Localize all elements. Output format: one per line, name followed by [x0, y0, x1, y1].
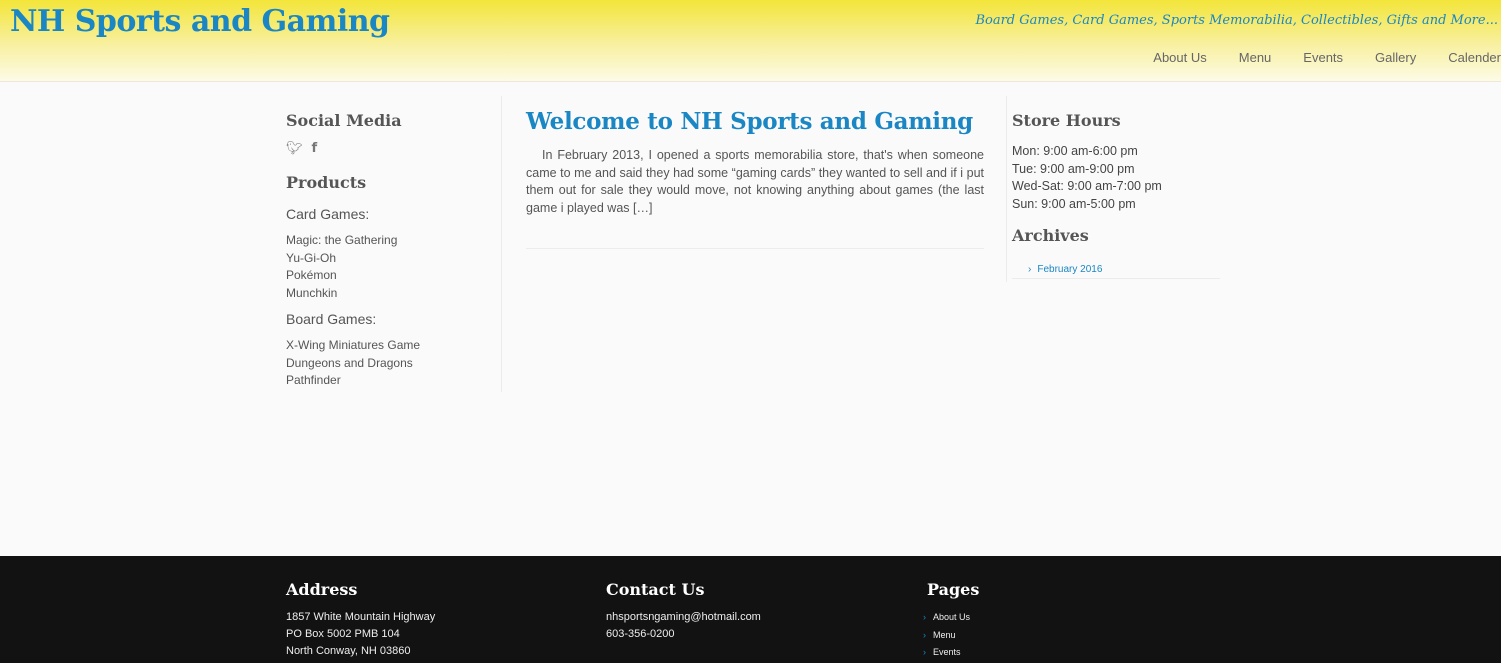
hours-row: Mon: 9:00 am-6:00 pm: [1012, 144, 1138, 158]
nav-events[interactable]: Events: [1303, 50, 1343, 65]
site-header: NH Sports and Gaming Board Games, Card G…: [0, 0, 1501, 82]
list-item: X-Wing Miniatures Game: [286, 338, 421, 352]
archive-link-february-2016[interactable]: February 2016: [1037, 264, 1102, 275]
left-sidebar: Social Media 🐦︎ f Products Card Games: M…: [286, 96, 502, 392]
footer-page-link-menu[interactable]: › Menu: [923, 627, 979, 645]
archives-title: Archives: [1012, 226, 1089, 245]
right-sidebar: Store Hours Mon: 9:00 am-6:00 pm Tue: 9:…: [1006, 96, 1220, 282]
address-line: 1857 White Mountain Highway: [286, 611, 436, 623]
footer-pages-title: Pages: [927, 580, 980, 599]
store-hours-title: Store Hours: [1012, 111, 1121, 130]
list-item: Yu-Gi-Oh: [286, 250, 337, 265]
post-title[interactable]: Welcome to NH Sports and Gaming: [526, 108, 973, 135]
hours-row: Wed-Sat: 9:00 am-7:00 pm: [1012, 179, 1162, 194]
hours-row: Tue: 9:00 am-9:00 pm: [1012, 161, 1135, 176]
footer-page-label: About Us: [933, 612, 971, 622]
address-line: PO Box 5002 PMB 104: [286, 628, 400, 640]
products-title: Products: [286, 173, 367, 192]
board-games-title: Board Games:: [286, 311, 377, 327]
footer-contact-title: Contact Us: [606, 580, 705, 599]
chevron-right-icon: ›: [1028, 264, 1032, 275]
nav-gallery[interactable]: Gallery: [1375, 50, 1416, 65]
list-item: Pokémon: [286, 268, 337, 282]
address-line: North Conway, NH 03860: [286, 645, 411, 657]
card-games-list: Magic: the Gathering Yu-Gi-Oh Pokémon Mu…: [286, 232, 397, 302]
contact-phone[interactable]: 603-356-0200: [606, 626, 761, 643]
site-tagline: Board Games, Card Games, Sports Memorabi…: [975, 13, 1498, 28]
chevron-right-icon: ›: [923, 647, 926, 657]
list-item: Dungeons and Dragons: [286, 355, 413, 370]
list-item: Pathfinder: [286, 373, 341, 387]
list-item: Magic: the Gathering: [286, 233, 398, 247]
chevron-right-icon: ›: [923, 629, 926, 640]
nav-calender[interactable]: Calender: [1448, 50, 1501, 65]
social-media-title: Social Media: [286, 111, 402, 130]
contact-email[interactable]: nhsportsngaming@hotmail.com: [606, 609, 761, 626]
footer-page-label: Menu: [933, 629, 956, 640]
social-icons: 🐦︎ f: [286, 141, 317, 156]
footer-page-link-events[interactable]: › Events: [923, 644, 979, 662]
footer-pages: Pages › About Us › Menu › Events: [923, 580, 980, 662]
post-divider: [526, 248, 984, 249]
nav-about-us[interactable]: About Us: [1153, 50, 1206, 65]
store-hours-list: Mon: 9:00 am-6:00 pm Tue: 9:00 am-9:00 p…: [1012, 143, 1162, 214]
site-footer: Address 1857 White Mountain Highway PO B…: [0, 556, 1501, 663]
footer-contact: Contact Us nhsportsngaming@hotmail.com 6…: [606, 580, 761, 643]
post-excerpt: In February 2013, I opened a sports memo…: [526, 148, 984, 215]
footer-address: Address 1857 White Mountain Highway PO B…: [286, 580, 435, 660]
site-title[interactable]: NH Sports and Gaming: [10, 4, 390, 39]
card-games-title: Card Games:: [286, 206, 370, 222]
main-nav: About Us Menu Events Gallery Calender: [1121, 50, 1501, 65]
twitter-icon[interactable]: 🐦︎: [286, 141, 303, 156]
list-item: Munchkin: [286, 285, 338, 300]
footer-address-title: Address: [286, 580, 358, 599]
hours-row: Sun: 9:00 am-5:00 pm: [1012, 197, 1136, 212]
footer-page-link-about-us[interactable]: › About Us: [923, 609, 979, 627]
facebook-icon[interactable]: f: [312, 141, 318, 156]
board-games-list: X-Wing Miniatures Game Dungeons and Drag…: [286, 337, 420, 390]
archive-item: › February 2016: [1012, 259, 1220, 279]
footer-page-label: Events: [933, 647, 961, 657]
chevron-right-icon: ›: [923, 612, 926, 622]
nav-menu[interactable]: Menu: [1239, 50, 1272, 65]
